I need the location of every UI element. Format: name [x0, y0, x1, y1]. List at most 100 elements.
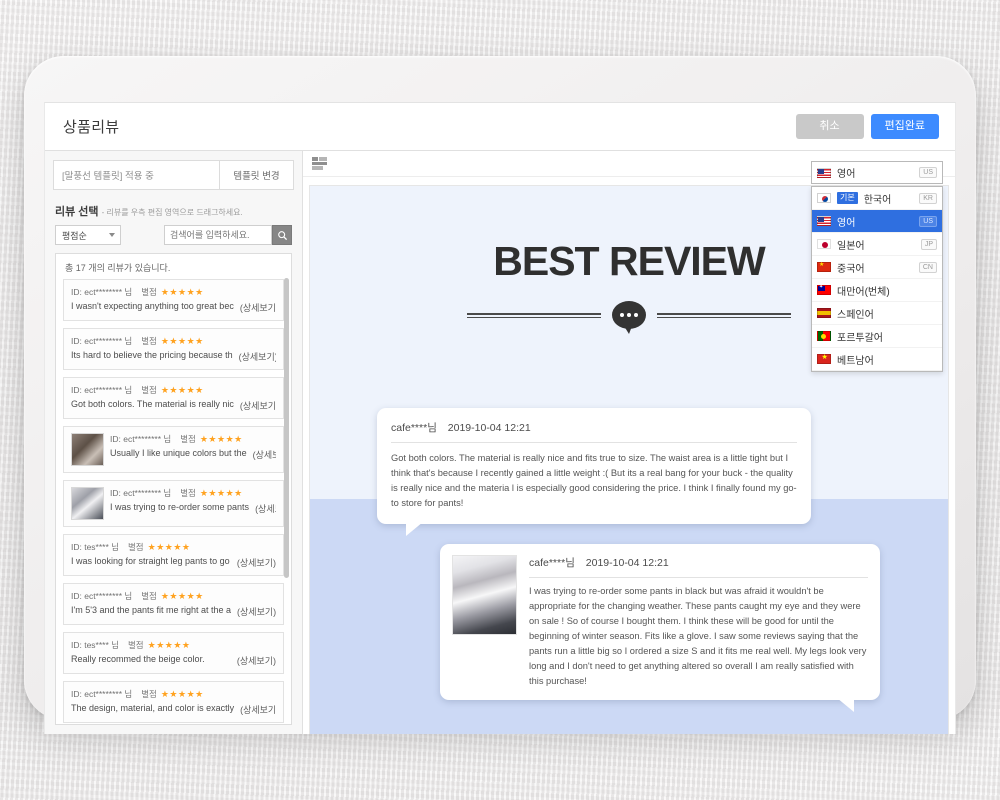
speech-card-author: cafe****님	[391, 422, 437, 434]
language-menu-item[interactable]: 영어 US	[812, 210, 942, 233]
flag-es-icon	[817, 308, 831, 318]
list-item-meta: ID: ect******** 님 별점 ★★★★★	[71, 688, 276, 700]
language-code-badge: US	[919, 215, 937, 227]
list-item[interactable]: ID: ect******** 님 별점 ★★★★★ I'm 5'3 and the …	[63, 583, 284, 625]
list-item-body: ID: ect******** 님 별점 ★★★★★ Usually I like u…	[110, 433, 276, 466]
language-select[interactable]: 영어 US	[811, 161, 943, 184]
language-label: 중국어	[837, 263, 865, 275]
review-excerpt: I wasn't expecting anything too great be…	[71, 301, 234, 311]
language-label: 포르투갈어	[837, 332, 883, 344]
rating-label: 별점	[141, 689, 157, 699]
flag-vn-icon	[817, 353, 831, 364]
review-detail-link[interactable]: (상세보기)	[255, 502, 276, 515]
review-list-box: 총 17 개의 리뷰가 있습니다. ID: ect******** 님 별점 ★★★…	[55, 253, 292, 725]
list-item[interactable]: ID: tes**** 님 별점 ★★★★★ I was looking for st…	[63, 534, 284, 576]
list-item-meta: ID: ect******** 님 별점 ★★★★★	[71, 335, 276, 347]
template-change-button[interactable]: 템플릿 변경	[220, 160, 294, 190]
language-label: 일본어	[837, 240, 865, 252]
rating-label: 별점	[141, 336, 157, 346]
review-author: ID: tes**** 님	[71, 542, 119, 552]
list-item-text-row: I'm 5'3 and the pants fit me right at th…	[71, 605, 276, 618]
language-menu: 기본 한국어 KR 영어 US 일본어 JP 중국어 CN 대만어(번체) 스페인어포르투갈어베트남…	[811, 186, 943, 372]
review-detail-link[interactable]: (상세보기)	[253, 448, 276, 461]
sort-select[interactable]: 평점순	[55, 225, 121, 245]
search-button[interactable]	[272, 225, 292, 245]
list-item-text-row: Usually I like unique colors but the (상세보…	[110, 448, 276, 461]
review-author: ID: ect******** 님	[71, 591, 133, 601]
language-menu-item[interactable]: 베트남어	[812, 348, 942, 371]
review-detail-link[interactable]: (상세보기)	[239, 350, 276, 363]
left-panel: [말풍선 템플릿] 적용 중 템플릿 변경 리뷰 선택 - 리뷰를 우측 편집 …	[45, 151, 303, 734]
language-code-badge: CN	[918, 261, 937, 273]
language-menu-item[interactable]: 포르투갈어	[812, 325, 942, 348]
layout-icon[interactable]	[312, 157, 327, 170]
star-rating-icon: ★★★★★	[199, 487, 243, 498]
speech-card-date: 2019-10-04 12:21	[585, 557, 669, 569]
review-detail-link[interactable]: (상세보기)	[240, 399, 276, 412]
default-language-tag: 기본	[837, 192, 858, 204]
flag-us-icon	[817, 167, 831, 178]
review-detail-link[interactable]: (상세보기)	[237, 556, 276, 569]
rating-label: 별점	[141, 591, 157, 601]
list-item[interactable]: ID: ect******** 님 별점 ★★★★★ I wasn't expecti…	[63, 279, 284, 321]
language-label: 스페인어	[837, 309, 874, 321]
review-detail-link[interactable]: (상세보기)	[237, 605, 276, 618]
review-count-text: 총 17 개의 리뷰가 있습니다.	[65, 263, 171, 273]
review-detail-link[interactable]: (상세보기)	[240, 703, 276, 716]
list-item-text-row: Really recommed the beige color. (상세보기)	[71, 654, 276, 667]
language-select-code: US	[919, 167, 937, 178]
header-actions: 취소 편집완료	[795, 114, 939, 139]
app-header: 상품리뷰 취소 편집완료	[45, 103, 955, 151]
rating-label: 별점	[141, 385, 157, 395]
list-item[interactable]: ID: ect******** 님 별점 ★★★★★ Its hard to beli…	[63, 328, 284, 370]
list-item-meta: ID: ect******** 님 별점 ★★★★★	[71, 590, 276, 602]
list-item[interactable]: ID: ect******** 님 별점 ★★★★★ The design, mate…	[63, 681, 284, 723]
list-item[interactable]: ID: ect******** 님 별점 ★★★★★ I was trying to …	[63, 480, 284, 527]
speech-card-header: cafe****님 2019-10-04 12:21	[391, 420, 797, 443]
language-label: 대만어(번체)	[837, 286, 890, 298]
review-select-heading: 리뷰 선택 - 리뷰를 우측 편집 영역으로 드래그하세요.	[55, 203, 292, 219]
flag-us-icon	[817, 216, 831, 226]
language-menu-item[interactable]: 대만어(번체)	[812, 279, 942, 302]
star-rating-icon: ★★★★★	[160, 688, 204, 699]
search-icon	[277, 230, 287, 240]
list-item-text-row: Its hard to believe the pricing because …	[71, 350, 276, 363]
edit-done-button[interactable]: 편집완료	[870, 114, 939, 139]
star-rating-icon: ★★★★★	[160, 335, 204, 346]
template-name-field: [말풍선 템플릿] 적용 중	[53, 160, 220, 190]
review-excerpt: Usually I like unique colors but the	[110, 448, 247, 458]
list-item[interactable]: ID: tes**** 님 별점 ★★★★★ Really recommed the …	[63, 632, 284, 674]
list-item-meta: ID: ect******** 님 별점 ★★★★★	[71, 384, 276, 396]
language-menu-item[interactable]: 일본어 JP	[812, 233, 942, 256]
review-photo	[452, 555, 517, 635]
page-title: 상품리뷰	[63, 119, 120, 136]
tablet-frame: 상품리뷰 취소 편집완료 [말풍선 템플릿] 적용 중 템플릿 변경 리뷰 선택…	[24, 56, 976, 734]
chevron-down-icon	[109, 233, 115, 237]
review-list-scrollbar[interactable]	[284, 278, 289, 578]
rating-label: 별점	[127, 542, 144, 552]
rating-label: 별점	[127, 640, 144, 650]
rating-label: 별점	[180, 434, 196, 444]
list-item-body: ID: ect******** 님 별점 ★★★★★ I wasn't expecti…	[71, 286, 276, 314]
review-excerpt: I was looking for straight leg pants to …	[71, 556, 230, 566]
review-detail-link[interactable]: (상세보기)	[240, 301, 276, 314]
speech-card[interactable]: cafe****님 2019-10-04 12:21 I was trying …	[440, 544, 880, 713]
divider-line-left	[467, 312, 601, 318]
language-menu-item[interactable]: 스페인어	[812, 302, 942, 325]
list-item-text-row: The design, material, and color is exact…	[71, 703, 276, 716]
language-menu-item[interactable]: 중국어 CN	[812, 256, 942, 279]
list-item[interactable]: ID: ect******** 님 별점 ★★★★★ Usually I like u…	[63, 426, 284, 473]
review-excerpt: Really recommed the beige color.	[71, 654, 205, 664]
review-detail-link[interactable]: (상세보기)	[237, 654, 276, 667]
cancel-button[interactable]: 취소	[795, 114, 864, 139]
speech-card[interactable]: cafe****님 2019-10-04 12:21 Got both colo…	[377, 408, 811, 537]
review-excerpt: The design, material, and color is exact…	[71, 703, 235, 713]
search-input[interactable]	[164, 225, 272, 245]
list-item-meta: ID: ect******** 님 별점 ★★★★★	[110, 487, 276, 499]
list-item[interactable]: ID: ect******** 님 별점 ★★★★★ Got both colors.…	[63, 377, 284, 419]
dot	[627, 313, 631, 317]
language-menu-item[interactable]: 기본 한국어 KR	[812, 187, 942, 210]
flag-tw-icon	[817, 284, 831, 295]
star-rating-icon: ★★★★★	[160, 286, 204, 297]
review-excerpt: I'm 5'3 and the pants fit me right at th…	[71, 605, 232, 615]
